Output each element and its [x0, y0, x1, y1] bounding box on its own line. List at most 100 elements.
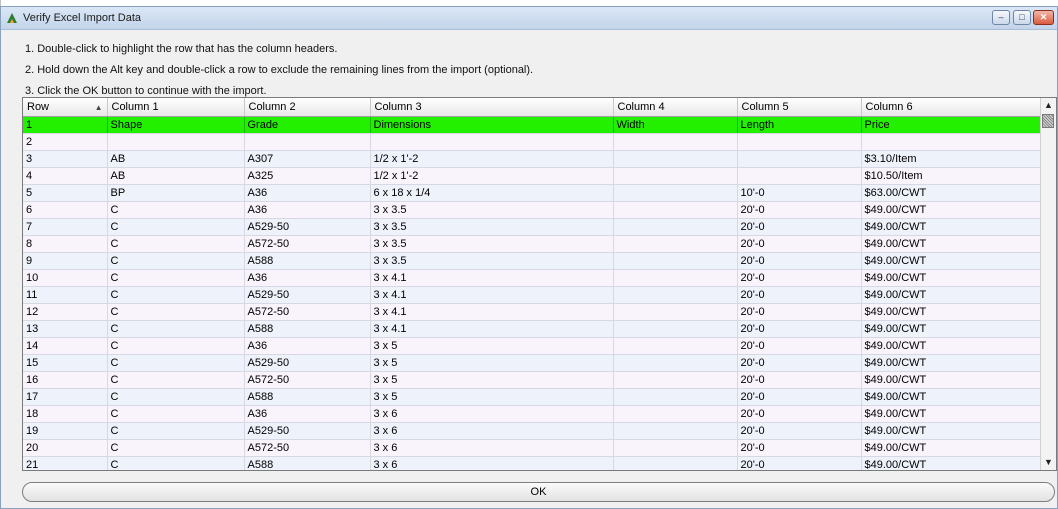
table-cell[interactable]: 3 x 5 — [370, 337, 614, 355]
table-cell[interactable]: C — [107, 388, 245, 406]
table-cell[interactable]: 20'-0 — [737, 337, 862, 355]
table-cell[interactable] — [737, 150, 862, 168]
table-cell[interactable]: 20'-0 — [737, 354, 862, 372]
row-number-cell[interactable]: 8 — [23, 235, 108, 253]
table-cell[interactable]: A572-50 — [244, 439, 371, 457]
vertical-scrollbar[interactable]: ▲ ▼ — [1040, 98, 1056, 470]
table-cell[interactable]: C — [107, 422, 245, 440]
table-cell[interactable]: C — [107, 286, 245, 304]
table-cell[interactable] — [613, 439, 738, 457]
table-cell[interactable]: 3 x 3.5 — [370, 252, 614, 270]
table-cell[interactable]: Dimensions — [370, 116, 614, 134]
table-cell[interactable]: $49.00/CWT — [861, 252, 1042, 270]
table-row[interactable]: 12 C A572-50 3 x 4.1 20'-0 $49.00/CWT — [23, 303, 1042, 321]
table-cell[interactable]: A36 — [244, 201, 371, 219]
table-cell[interactable]: C — [107, 252, 245, 270]
table-row[interactable]: 11 C A529-50 3 x 4.1 20'-0 $49.00/CWT — [23, 286, 1042, 304]
column-header-row[interactable]: Row ▲ — [23, 98, 108, 117]
table-row[interactable]: 20 C A572-50 3 x 6 20'-0 $49.00/CWT — [23, 439, 1042, 457]
table-cell[interactable]: C — [107, 354, 245, 372]
table-cell[interactable]: C — [107, 405, 245, 423]
table-cell[interactable]: A588 — [244, 320, 371, 338]
row-number-cell[interactable]: 14 — [23, 337, 108, 355]
row-number-cell[interactable]: 15 — [23, 354, 108, 372]
table-cell[interactable] — [613, 167, 738, 185]
table-cell[interactable]: Price — [861, 116, 1042, 134]
row-number-cell[interactable]: 21 — [23, 456, 108, 470]
table-cell[interactable]: 3 x 5 — [370, 371, 614, 389]
table-cell[interactable]: $49.00/CWT — [861, 201, 1042, 219]
table-row[interactable]: 9 C A588 3 x 3.5 20'-0 $49.00/CWT — [23, 252, 1042, 270]
table-cell[interactable]: 20'-0 — [737, 371, 862, 389]
table-cell[interactable] — [861, 133, 1042, 151]
table-cell[interactable] — [613, 354, 738, 372]
table-cell[interactable]: Grade — [244, 116, 371, 134]
table-cell[interactable]: C — [107, 371, 245, 389]
table-cell[interactable]: $49.00/CWT — [861, 337, 1042, 355]
table-cell[interactable] — [737, 133, 862, 151]
table-cell[interactable]: $49.00/CWT — [861, 456, 1042, 470]
table-row[interactable]: 14 C A36 3 x 5 20'-0 $49.00/CWT — [23, 337, 1042, 355]
scroll-down-arrow-icon[interactable]: ▼ — [1041, 455, 1056, 470]
table-cell[interactable]: $49.00/CWT — [861, 405, 1042, 423]
table-row[interactable]: 21 C A588 3 x 6 20'-0 $49.00/CWT — [23, 456, 1042, 470]
table-row[interactable]: 5 BP A36 6 x 18 x 1/4 10'-0 $63.00/CWT — [23, 184, 1042, 202]
table-cell[interactable]: A588 — [244, 388, 371, 406]
table-cell[interactable] — [244, 133, 371, 151]
table-cell[interactable]: A529-50 — [244, 422, 371, 440]
table-cell[interactable]: A325 — [244, 167, 371, 185]
table-cell[interactable]: A36 — [244, 184, 371, 202]
table-cell[interactable]: 3 x 6 — [370, 456, 614, 470]
table-cell[interactable]: $49.00/CWT — [861, 439, 1042, 457]
table-row[interactable]: 17 C A588 3 x 5 20'-0 $49.00/CWT — [23, 388, 1042, 406]
table-cell[interactable] — [613, 371, 738, 389]
table-cell[interactable]: A36 — [244, 269, 371, 287]
table-cell[interactable]: 3 x 4.1 — [370, 286, 614, 304]
row-number-cell[interactable]: 18 — [23, 405, 108, 423]
row-number-cell[interactable]: 16 — [23, 371, 108, 389]
table-cell[interactable]: A529-50 — [244, 218, 371, 236]
table-cell[interactable]: A572-50 — [244, 235, 371, 253]
table-cell[interactable]: 3 x 4.1 — [370, 269, 614, 287]
table-cell[interactable]: $49.00/CWT — [861, 235, 1042, 253]
row-number-cell[interactable]: 11 — [23, 286, 108, 304]
table-cell[interactable] — [613, 150, 738, 168]
table-cell[interactable] — [613, 320, 738, 338]
table-cell[interactable]: 20'-0 — [737, 269, 862, 287]
table-cell[interactable]: AB — [107, 167, 245, 185]
table-cell[interactable]: C — [107, 269, 245, 287]
row-number-cell[interactable]: 7 — [23, 218, 108, 236]
close-button[interactable]: ✕ — [1033, 10, 1054, 25]
table-cell[interactable] — [613, 218, 738, 236]
table-cell[interactable]: $49.00/CWT — [861, 320, 1042, 338]
table-cell[interactable]: C — [107, 201, 245, 219]
table-cell[interactable]: C — [107, 439, 245, 457]
table-cell[interactable]: A572-50 — [244, 303, 371, 321]
table-cell[interactable]: C — [107, 337, 245, 355]
column-header-4[interactable]: Column 4 — [613, 98, 738, 117]
table-cell[interactable]: $10.50/Item — [861, 167, 1042, 185]
table-cell[interactable] — [613, 456, 738, 470]
row-number-cell[interactable]: 1 — [23, 116, 108, 134]
table-cell[interactable] — [613, 184, 738, 202]
table-cell[interactable]: 3 x 3.5 — [370, 201, 614, 219]
table-cell[interactable]: $63.00/CWT — [861, 184, 1042, 202]
table-cell[interactable]: 3 x 4.1 — [370, 320, 614, 338]
table-cell[interactable] — [613, 405, 738, 423]
table-cell[interactable]: A529-50 — [244, 286, 371, 304]
table-cell[interactable] — [613, 388, 738, 406]
table-cell[interactable]: BP — [107, 184, 245, 202]
table-cell[interactable] — [613, 201, 738, 219]
table-cell[interactable] — [107, 133, 245, 151]
table-row[interactable]: 1 Shape Grade Dimensions Width Length Price — [23, 116, 1042, 134]
table-cell[interactable]: A572-50 — [244, 371, 371, 389]
table-cell[interactable]: A307 — [244, 150, 371, 168]
table-cell[interactable] — [613, 235, 738, 253]
table-cell[interactable]: 3 x 6 — [370, 405, 614, 423]
scroll-up-arrow-icon[interactable]: ▲ — [1041, 98, 1056, 113]
table-cell[interactable]: A529-50 — [244, 354, 371, 372]
table-cell[interactable]: 20'-0 — [737, 405, 862, 423]
table-cell[interactable] — [613, 303, 738, 321]
table-cell[interactable]: 20'-0 — [737, 201, 862, 219]
table-cell[interactable]: Length — [737, 116, 862, 134]
